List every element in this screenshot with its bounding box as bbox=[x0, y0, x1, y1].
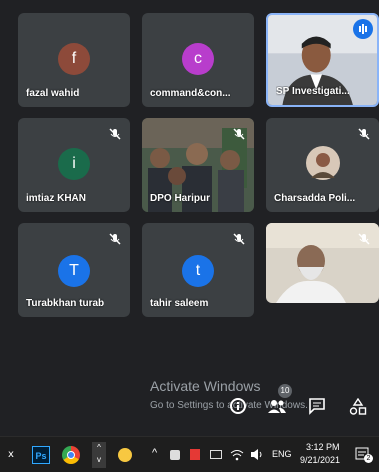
participant-avatar: c bbox=[182, 43, 214, 75]
participant-name: Turabkhan turab bbox=[26, 298, 105, 309]
windows-taskbar: ⅹ Ps ^ v ^ ENG 3:12 PM 9/21/2021 2 bbox=[0, 436, 379, 472]
participant-name: DPO Haripur bbox=[150, 193, 211, 204]
photoshop-icon[interactable]: Ps bbox=[32, 446, 50, 464]
participant-tile[interactable]: Charsadda Poli... bbox=[266, 118, 379, 212]
mic-off-icon bbox=[358, 128, 370, 140]
participant-name: tahir saleem bbox=[150, 298, 209, 309]
participant-tile[interactable]: c command&con... bbox=[142, 13, 254, 107]
mic-off-icon bbox=[358, 233, 370, 245]
chrome-icon[interactable] bbox=[62, 446, 80, 464]
input-language-indicator[interactable]: ENG bbox=[272, 449, 292, 459]
notification-count-badge: 2 bbox=[364, 454, 373, 463]
mic-off-icon bbox=[233, 128, 245, 140]
chat-button[interactable] bbox=[308, 397, 326, 415]
mic-off-icon bbox=[109, 233, 121, 245]
info-button[interactable] bbox=[230, 398, 246, 414]
activities-icon bbox=[349, 397, 367, 415]
wifi-icon[interactable] bbox=[230, 448, 244, 461]
taskbar-clock-time[interactable]: 3:12 PM bbox=[306, 442, 340, 452]
participant-tile-active-speaker[interactable]: SP Investigati... bbox=[266, 13, 379, 107]
chat-icon bbox=[309, 398, 325, 415]
participant-name: Charsadda Poli... bbox=[274, 193, 356, 204]
taskbar-clock-date[interactable]: 9/21/2021 bbox=[300, 455, 340, 465]
participant-name: fazal wahid bbox=[26, 88, 80, 99]
speaking-indicator-icon bbox=[353, 19, 373, 39]
participants-count-badge: 10 bbox=[278, 384, 292, 398]
participant-tile[interactable]: DPO Haripur bbox=[142, 118, 254, 212]
participant-tile[interactable]: f fazal wahid bbox=[18, 13, 130, 107]
activities-button[interactable] bbox=[349, 397, 367, 416]
volume-icon[interactable] bbox=[250, 448, 264, 461]
participant-tile[interactable]: T Turabkhan turab bbox=[18, 223, 130, 317]
participant-avatar: f bbox=[58, 43, 90, 75]
participant-photo-avatar bbox=[306, 146, 340, 180]
mic-off-icon bbox=[109, 128, 121, 140]
people-icon bbox=[268, 400, 286, 413]
participant-avatar: t bbox=[182, 255, 214, 287]
participant-name: command&con... bbox=[150, 88, 231, 99]
participant-name: SP Investigati... bbox=[276, 86, 350, 97]
participant-tile[interactable] bbox=[266, 223, 379, 303]
activate-windows-title: Activate Windows bbox=[150, 378, 261, 394]
info-icon bbox=[237, 402, 239, 410]
taskbar-left-edge-icon[interactable]: ⅹ bbox=[8, 449, 14, 460]
tray-icon-1[interactable] bbox=[170, 450, 180, 460]
participant-avatar: i bbox=[58, 148, 90, 180]
tray-icon-3[interactable] bbox=[210, 450, 222, 459]
participant-tile[interactable]: t tahir saleem bbox=[142, 223, 254, 317]
participant-avatar: T bbox=[58, 255, 90, 287]
people-button[interactable]: 10 bbox=[266, 384, 292, 416]
taskbar-stacked-chevrons-icon[interactable]: ^ v bbox=[92, 442, 106, 468]
participant-tile[interactable]: i imtiaz KHAN bbox=[18, 118, 130, 212]
tray-icon-2[interactable] bbox=[190, 449, 200, 460]
participant-name: imtiaz KHAN bbox=[26, 193, 87, 204]
emoji-icon[interactable] bbox=[118, 448, 132, 462]
show-hidden-icons-chevron-icon[interactable]: ^ bbox=[152, 447, 157, 459]
mic-off-icon bbox=[233, 233, 245, 245]
notification-center-button[interactable]: 2 bbox=[355, 446, 373, 463]
